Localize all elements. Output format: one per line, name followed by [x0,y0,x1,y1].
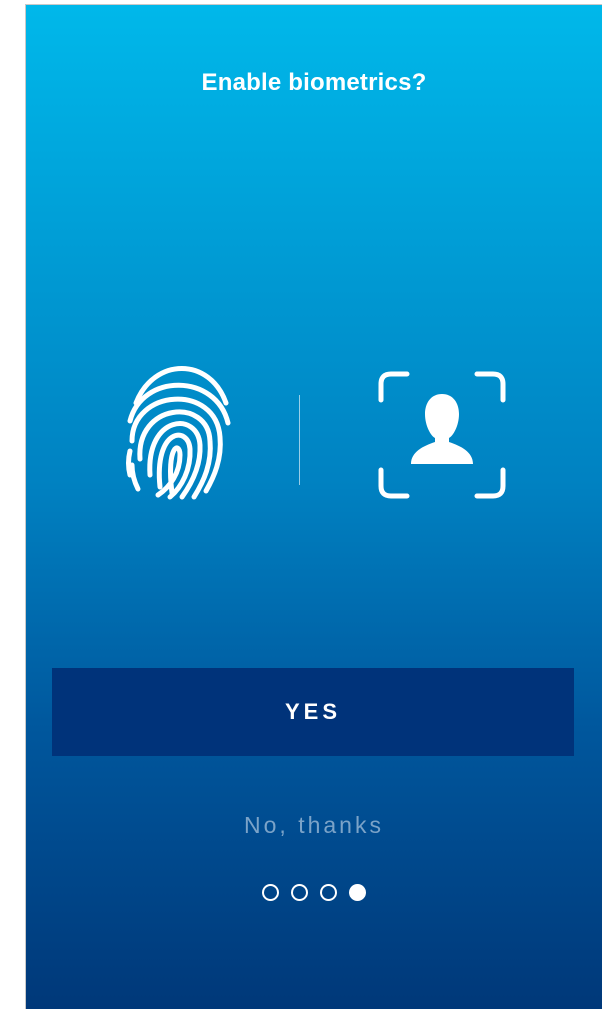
page-indicator [26,884,602,901]
face-id-icon [378,371,506,499]
page-dot-2 [291,884,308,901]
fingerprint-icon [126,366,231,500]
page-dot-1 [262,884,279,901]
onboarding-screen: Enable biometrics? YES No, thanks [26,5,602,1009]
no-thanks-button[interactable]: No, thanks [26,805,602,845]
yes-button[interactable]: YES [52,668,574,756]
page-dot-3 [320,884,337,901]
page-title: Enable biometrics? [201,69,427,96]
page-dot-4-active [349,884,366,901]
icon-divider [299,395,300,485]
